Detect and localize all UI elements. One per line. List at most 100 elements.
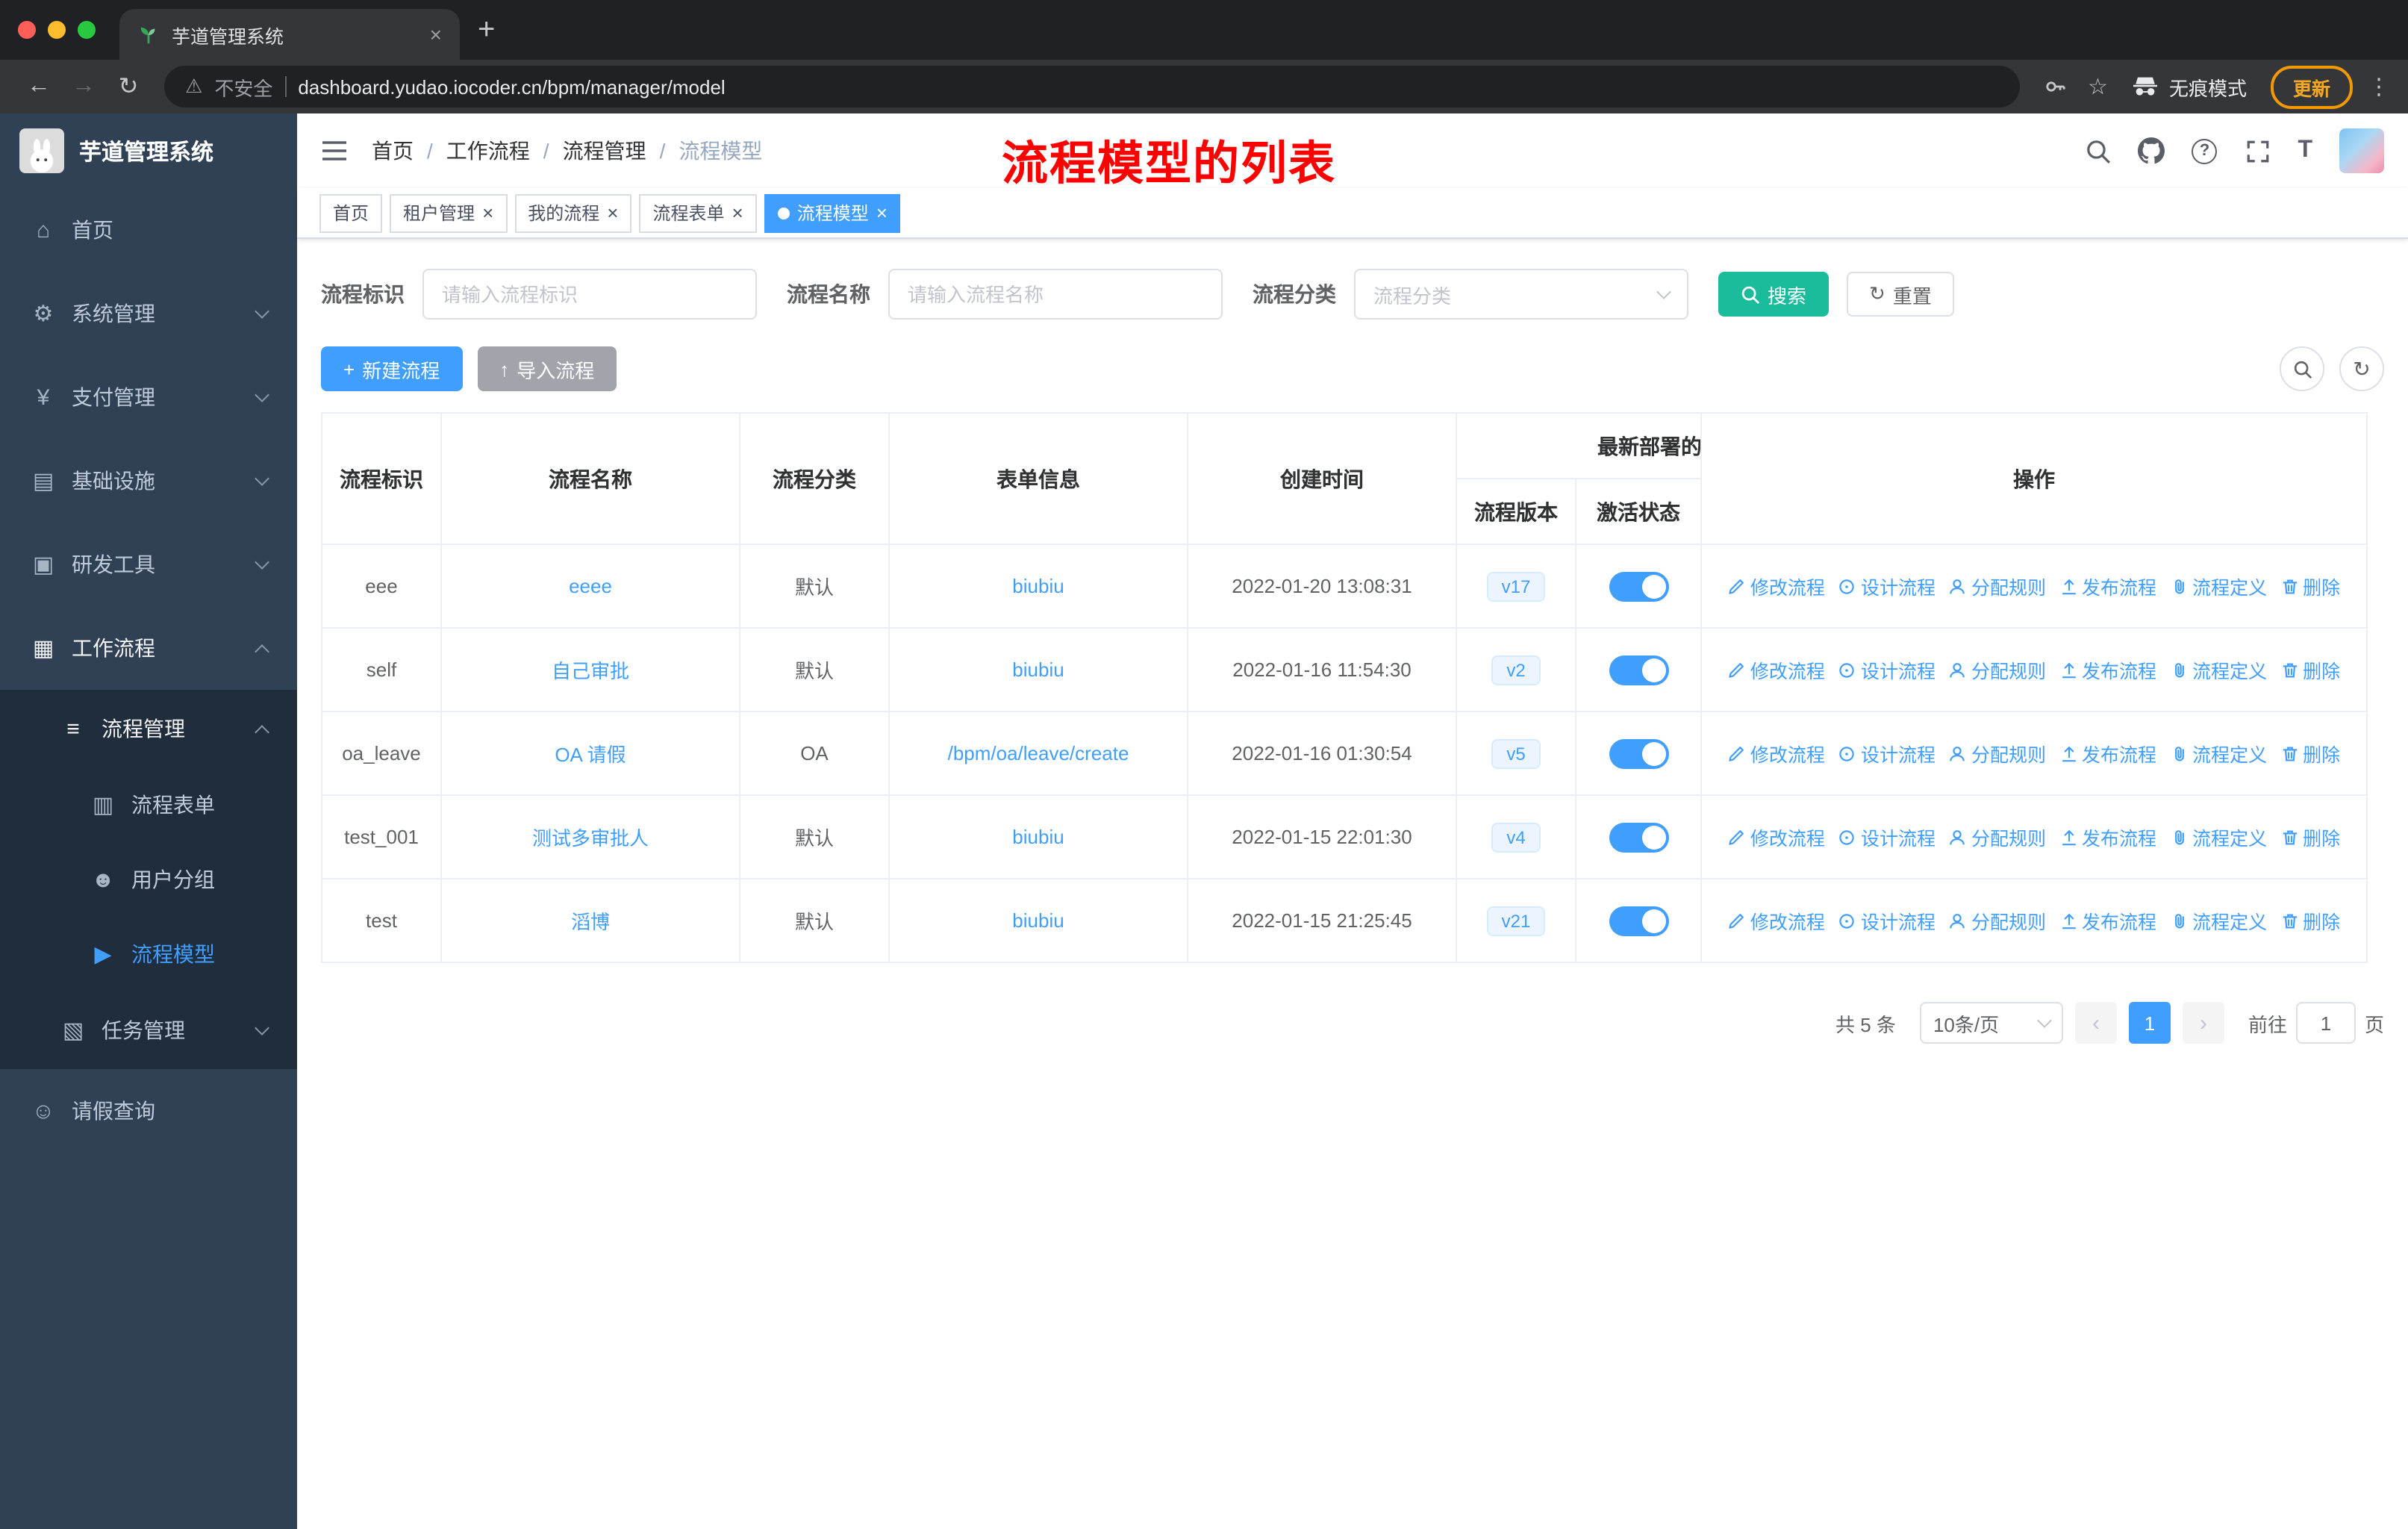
toggle-search-button[interactable]	[2280, 346, 2324, 391]
publish-process-link[interactable]: 发布流程	[2059, 655, 2156, 684]
publish-process-link[interactable]: 发布流程	[2059, 739, 2156, 767]
close-window-button[interactable]	[18, 21, 36, 39]
search-icon[interactable]	[2084, 137, 2111, 164]
minimize-window-button[interactable]	[48, 21, 66, 39]
reset-button[interactable]: ↻ 重置	[1847, 272, 1954, 317]
breadcrumb-item[interactable]: 流程管理	[563, 136, 646, 166]
close-icon[interactable]: ×	[607, 203, 618, 222]
sidebar-item-process-model[interactable]: ▶ 流程模型	[0, 917, 297, 991]
goto-page-input[interactable]	[2295, 1002, 2356, 1044]
close-icon[interactable]: ×	[876, 203, 888, 222]
delete-link[interactable]: 删除	[2280, 655, 2340, 684]
address-bar[interactable]: ⚠ 不安全 dashboard.yudao.iocoder.cn/bpm/man…	[164, 66, 2020, 108]
process-category-select[interactable]: 流程分类	[1354, 269, 1688, 320]
sidebar-item-process-management[interactable]: ≡ 流程管理	[0, 690, 297, 767]
modify-process-link[interactable]: 修改流程	[1728, 655, 1825, 684]
sidebar-item-workflow[interactable]: ▦ 工作流程	[0, 606, 297, 690]
modify-process-link[interactable]: 修改流程	[1728, 823, 1825, 851]
create-process-button[interactable]: + 新建流程	[321, 346, 463, 391]
delete-link[interactable]: 删除	[2280, 572, 2340, 600]
design-process-link[interactable]: 设计流程	[1838, 572, 1936, 600]
browser-menu-icon[interactable]: ⋮	[2368, 73, 2390, 100]
version-badge[interactable]: v21	[1486, 906, 1546, 935]
sidebar-item-dev-tools[interactable]: ▣ 研发工具	[0, 523, 297, 606]
active-status-toggle[interactable]	[1609, 571, 1668, 601]
version-badge[interactable]: v4	[1491, 822, 1541, 852]
sidebar-item-task-management[interactable]: ▧ 任务管理	[0, 991, 297, 1069]
tag-process-model[interactable]: 流程模型 ×	[764, 193, 901, 232]
process-definition-link[interactable]: 流程定义	[2170, 906, 2267, 935]
assign-rule-link[interactable]: 分配规则	[1949, 572, 2046, 600]
sidebar-item-leave-query[interactable]: ☺ 请假查询	[0, 1069, 297, 1153]
version-badge[interactable]: v2	[1491, 655, 1541, 685]
process-name-link[interactable]: 滔博	[571, 911, 610, 933]
design-process-link[interactable]: 设计流程	[1838, 739, 1936, 767]
new-tab-button[interactable]: +	[478, 15, 495, 45]
publish-process-link[interactable]: 发布流程	[2059, 823, 2156, 851]
modify-process-link[interactable]: 修改流程	[1728, 906, 1825, 935]
sidebar-item-process-form[interactable]: ▥ 流程表单	[0, 767, 297, 842]
process-definition-link[interactable]: 流程定义	[2170, 655, 2267, 684]
import-process-button[interactable]: ↑ 导入流程	[477, 346, 617, 391]
process-name-input[interactable]	[888, 269, 1223, 320]
assign-rule-link[interactable]: 分配规则	[1949, 823, 2046, 851]
process-definition-link[interactable]: 流程定义	[2170, 572, 2267, 600]
security-warning-icon[interactable]: ⚠	[185, 75, 202, 99]
form-info-link[interactable]: biubiu	[1012, 575, 1064, 597]
version-badge[interactable]: v17	[1486, 571, 1546, 601]
help-icon[interactable]: ?	[2192, 138, 2218, 164]
next-page-button[interactable]: ›	[2182, 1002, 2224, 1044]
github-icon[interactable]	[2138, 137, 2165, 164]
user-avatar[interactable]	[2339, 128, 2384, 173]
modify-process-link[interactable]: 修改流程	[1728, 572, 1825, 600]
back-icon[interactable]: ←	[18, 73, 60, 100]
close-icon[interactable]: ×	[482, 203, 493, 222]
design-process-link[interactable]: 设计流程	[1838, 823, 1936, 851]
design-process-link[interactable]: 设计流程	[1838, 655, 1936, 684]
active-status-toggle[interactable]	[1609, 906, 1668, 935]
assign-rule-link[interactable]: 分配规则	[1949, 655, 2046, 684]
process-name-link[interactable]: eeee	[569, 575, 612, 597]
sidebar-item-infrastructure[interactable]: ▤ 基础设施	[0, 439, 297, 523]
process-name-link[interactable]: OA 请假	[555, 744, 626, 766]
current-page-button[interactable]: 1	[2128, 1002, 2171, 1044]
publish-process-link[interactable]: 发布流程	[2059, 906, 2156, 935]
assign-rule-link[interactable]: 分配规则	[1949, 739, 2046, 767]
modify-process-link[interactable]: 修改流程	[1728, 739, 1825, 767]
font-size-icon[interactable]: T	[2298, 137, 2312, 164]
process-definition-link[interactable]: 流程定义	[2170, 739, 2267, 767]
version-badge[interactable]: v5	[1491, 738, 1541, 768]
form-info-link[interactable]: biubiu	[1012, 658, 1064, 681]
bookmark-star-icon[interactable]: ☆	[2088, 73, 2108, 100]
prev-page-button[interactable]: ‹	[2074, 1002, 2117, 1044]
process-definition-link[interactable]: 流程定义	[2170, 823, 2267, 851]
close-icon[interactable]: ×	[732, 203, 743, 222]
active-status-toggle[interactable]	[1609, 655, 1668, 685]
search-button[interactable]: 搜索	[1718, 272, 1830, 317]
tag-tenant-management[interactable]: 租户管理 ×	[390, 193, 508, 232]
process-name-link[interactable]: 自己审批	[552, 660, 629, 682]
menu-fold-icon[interactable]	[321, 139, 348, 163]
close-tab-icon[interactable]: ×	[430, 22, 442, 46]
form-info-link[interactable]: /bpm/oa/leave/create	[948, 742, 1129, 764]
process-name-link[interactable]: 测试多审批人	[532, 827, 649, 850]
tag-home[interactable]: 首页	[319, 193, 383, 232]
publish-process-link[interactable]: 发布流程	[2059, 572, 2156, 600]
tag-process-form[interactable]: 流程表单 ×	[639, 193, 757, 232]
assign-rule-link[interactable]: 分配规则	[1949, 906, 2046, 935]
sidebar-item-payment-management[interactable]: ¥ 支付管理	[0, 355, 297, 439]
form-info-link[interactable]: biubiu	[1012, 909, 1064, 932]
design-process-link[interactable]: 设计流程	[1838, 906, 1936, 935]
delete-link[interactable]: 删除	[2280, 906, 2340, 935]
breadcrumb-item[interactable]: 工作流程	[446, 136, 530, 166]
update-button[interactable]: 更新	[2270, 65, 2353, 108]
browser-tab[interactable]: 芋道管理系统 ×	[119, 9, 460, 60]
form-info-link[interactable]: biubiu	[1012, 826, 1064, 848]
forward-icon[interactable]: →	[63, 73, 105, 100]
active-status-toggle[interactable]	[1609, 822, 1668, 852]
reload-icon[interactable]: ↻	[107, 72, 149, 102]
delete-link[interactable]: 删除	[2280, 823, 2340, 851]
active-status-toggle[interactable]	[1609, 738, 1668, 768]
breadcrumb-item[interactable]: 首页	[372, 136, 414, 166]
fullscreen-icon[interactable]	[2244, 137, 2271, 164]
